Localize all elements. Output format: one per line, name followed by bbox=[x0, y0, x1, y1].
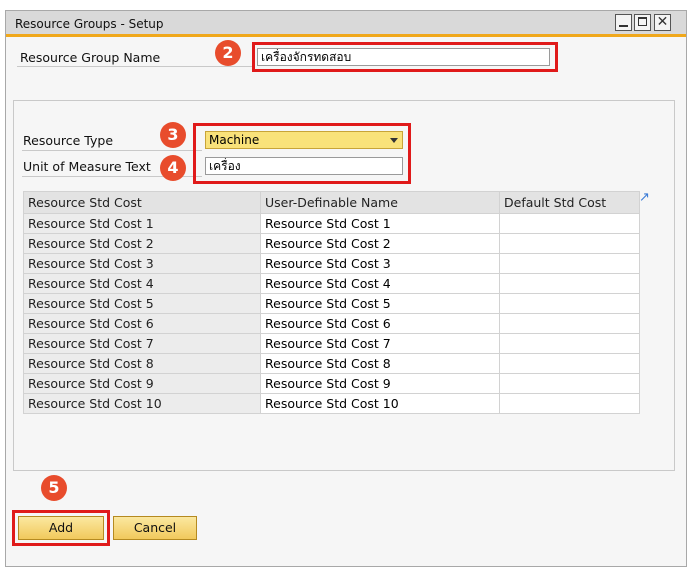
user-name-cell[interactable]: Resource Std Cost 5 bbox=[260, 293, 500, 314]
table-row: Resource Std Cost 7 Resource Std Cost 7 bbox=[23, 333, 640, 354]
user-name-cell[interactable]: Resource Std Cost 6 bbox=[260, 313, 500, 334]
default-cost-cell[interactable] bbox=[499, 313, 640, 334]
default-cost-cell[interactable] bbox=[499, 333, 640, 354]
default-cost-cell[interactable] bbox=[499, 213, 640, 234]
step-badge-4: 4 bbox=[160, 155, 186, 181]
group-name-label: Resource Group Name bbox=[20, 50, 161, 65]
user-name-cell[interactable]: Resource Std Cost 4 bbox=[260, 273, 500, 294]
table-row: Resource Std Cost 4 Resource Std Cost 4 bbox=[23, 273, 640, 294]
table-row: Resource Std Cost 6 Resource Std Cost 6 bbox=[23, 313, 640, 334]
std-cost-cell: Resource Std Cost 10 bbox=[23, 393, 261, 414]
minimize-icon bbox=[619, 25, 628, 27]
user-name-cell[interactable]: Resource Std Cost 9 bbox=[260, 373, 500, 394]
std-cost-cell: Resource Std Cost 2 bbox=[23, 233, 261, 254]
close-button[interactable]: ✕ bbox=[654, 14, 671, 31]
close-icon: ✕ bbox=[656, 14, 669, 30]
default-cost-cell[interactable] bbox=[499, 253, 640, 274]
expand-table-icon[interactable]: ↗ bbox=[639, 191, 653, 205]
maximize-icon bbox=[638, 17, 647, 26]
table-row: Resource Std Cost 5 Resource Std Cost 5 bbox=[23, 293, 640, 314]
std-cost-cell: Resource Std Cost 6 bbox=[23, 313, 261, 334]
default-cost-cell[interactable] bbox=[499, 273, 640, 294]
annotation-box-add bbox=[12, 510, 110, 546]
user-name-cell[interactable]: Resource Std Cost 1 bbox=[260, 213, 500, 234]
user-name-cell[interactable]: Resource Std Cost 10 bbox=[260, 393, 500, 414]
window-title: Resource Groups - Setup bbox=[15, 17, 164, 31]
std-cost-table: Resource Std Cost User-Definable Name De… bbox=[23, 191, 640, 414]
table-header-row: Resource Std Cost User-Definable Name De… bbox=[23, 191, 640, 214]
column-header[interactable]: Resource Std Cost bbox=[23, 191, 261, 214]
std-cost-cell: Resource Std Cost 3 bbox=[23, 253, 261, 274]
maximize-button[interactable] bbox=[634, 14, 651, 31]
cancel-button[interactable]: Cancel bbox=[113, 516, 197, 540]
user-name-cell[interactable]: Resource Std Cost 8 bbox=[260, 353, 500, 374]
user-name-cell[interactable]: Resource Std Cost 7 bbox=[260, 333, 500, 354]
table-row: Resource Std Cost 8 Resource Std Cost 8 bbox=[23, 353, 640, 374]
column-header[interactable]: Default Std Cost bbox=[499, 191, 640, 214]
std-cost-cell: Resource Std Cost 1 bbox=[23, 213, 261, 234]
std-cost-cell: Resource Std Cost 9 bbox=[23, 373, 261, 394]
annotation-box-type-uom bbox=[193, 123, 411, 184]
label-underline bbox=[17, 66, 253, 67]
table-row: Resource Std Cost 10 Resource Std Cost 10 bbox=[23, 393, 640, 414]
default-cost-cell[interactable] bbox=[499, 353, 640, 374]
std-cost-cell: Resource Std Cost 7 bbox=[23, 333, 261, 354]
title-bar[interactable]: Resource Groups - Setup ✕ bbox=[6, 11, 686, 37]
std-cost-cell: Resource Std Cost 4 bbox=[23, 273, 261, 294]
table-row: Resource Std Cost 9 Resource Std Cost 9 bbox=[23, 373, 640, 394]
default-cost-cell[interactable] bbox=[499, 373, 640, 394]
uom-label: Unit of Measure Text bbox=[23, 159, 151, 174]
minimize-button[interactable] bbox=[615, 14, 632, 31]
table-row: Resource Std Cost 3 Resource Std Cost 3 bbox=[23, 253, 640, 274]
table-row: Resource Std Cost 1 Resource Std Cost 1 bbox=[23, 213, 640, 234]
table-row: Resource Std Cost 2 Resource Std Cost 2 bbox=[23, 233, 640, 254]
column-header[interactable]: User-Definable Name bbox=[260, 191, 500, 214]
resource-type-label: Resource Type bbox=[23, 133, 114, 148]
annotation-box-group-name bbox=[252, 42, 558, 72]
step-badge-5: 5 bbox=[41, 475, 67, 501]
default-cost-cell[interactable] bbox=[499, 233, 640, 254]
user-name-cell[interactable]: Resource Std Cost 3 bbox=[260, 253, 500, 274]
user-name-cell[interactable]: Resource Std Cost 2 bbox=[260, 233, 500, 254]
default-cost-cell[interactable] bbox=[499, 393, 640, 414]
std-cost-cell: Resource Std Cost 5 bbox=[23, 293, 261, 314]
std-cost-cell: Resource Std Cost 8 bbox=[23, 353, 261, 374]
label-underline bbox=[22, 150, 202, 151]
step-badge-3: 3 bbox=[160, 122, 186, 148]
step-badge-2: 2 bbox=[215, 40, 241, 66]
default-cost-cell[interactable] bbox=[499, 293, 640, 314]
